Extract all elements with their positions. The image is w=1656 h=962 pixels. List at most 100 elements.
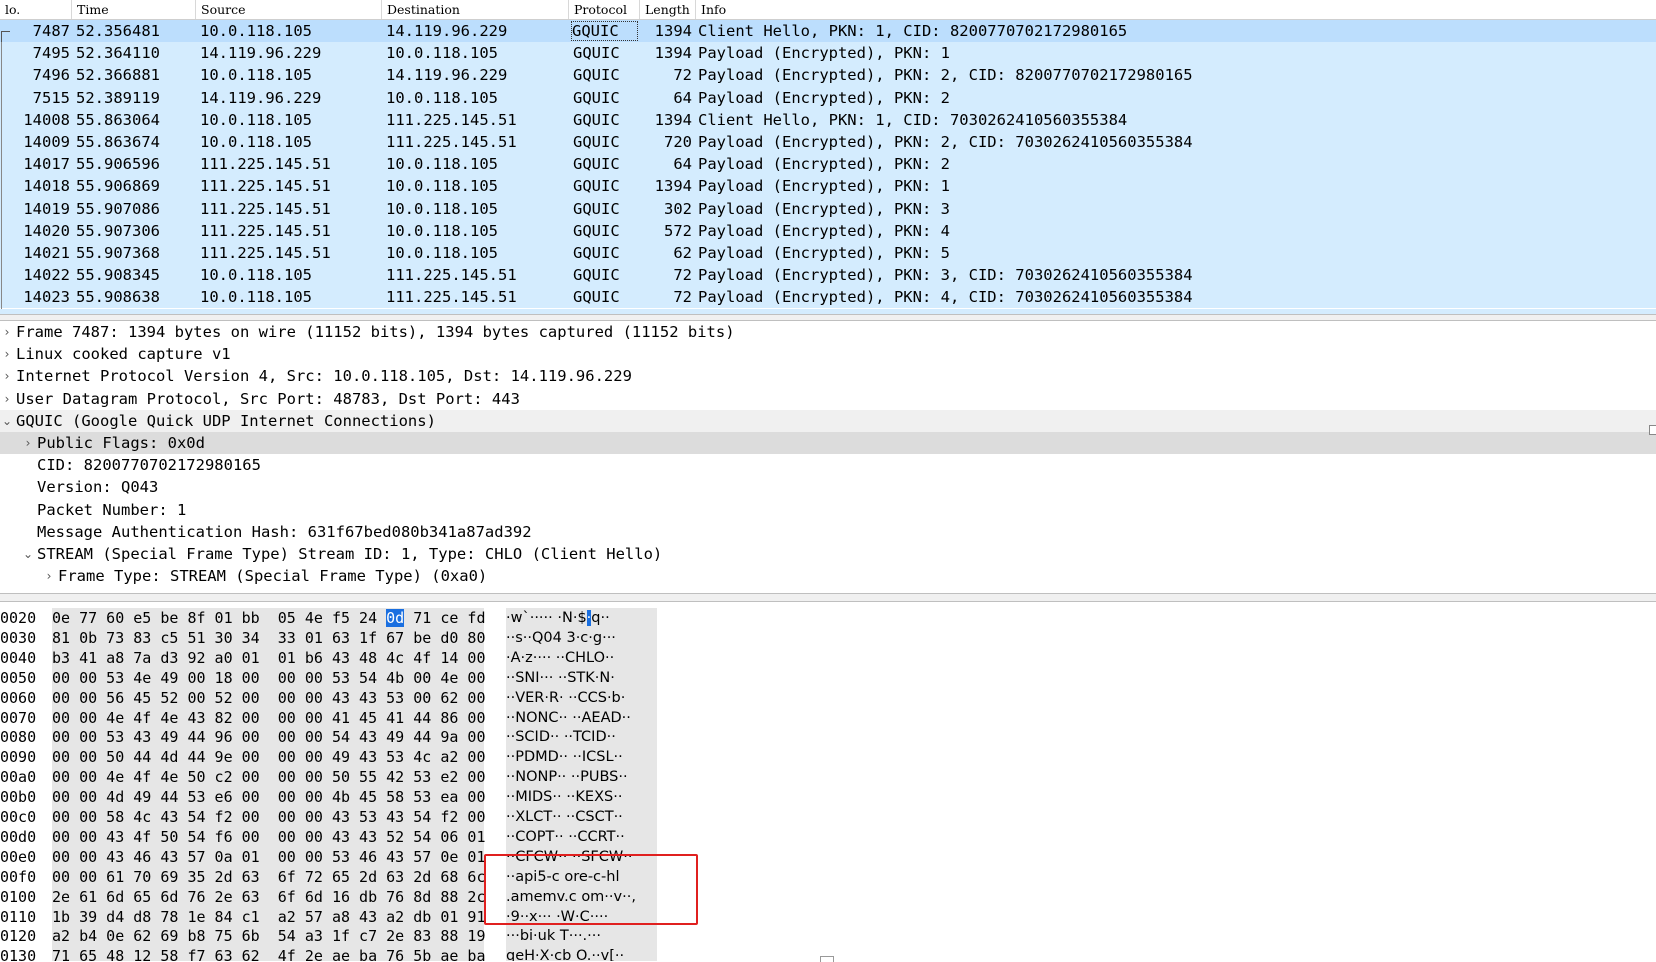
detail-tree-item[interactable]: Message Authentication Hash: 631f67bed08… (0, 521, 1656, 543)
hex-offset: 00e0 (0, 847, 37, 866)
packet-cell-destination: 111.225.145.51 (386, 266, 517, 285)
detail-tree-item[interactable]: › Frame 7487: 1394 bytes on wire (11152 b… (0, 321, 1656, 343)
packet-cell-destination: 10.0.118.105 (386, 177, 498, 196)
packet-cell-info: Payload (Encrypted), PKN: 1 (698, 44, 950, 63)
hex-bytes: 1b 39 d4 d8 78 1e 84 c1 a2 57 a8 43 a2 d… (52, 906, 486, 927)
collapsed-arrow-icon[interactable]: › (0, 388, 14, 410)
hex-bytes: b3 41 a8 7a d3 92 a0 01 01 b6 43 48 4c 4… (52, 647, 486, 668)
hex-bytes-group-1: 1b 39 d4 d8 78 1e 84 c1 (52, 907, 260, 926)
hex-bytes-group-1: 00 00 61 70 69 35 2d 63 (52, 867, 260, 886)
ascii-group-2: T···.··· (559, 928, 601, 945)
packet-row[interactable]: 7515 52.389119 14.119.96.229 10.0.118.105 GQ… (0, 86, 1656, 109)
packet-cell-no: 7496 (32, 66, 70, 85)
ascii-group-2: ··CCS·b· (568, 689, 626, 706)
packet-cell-time: 55.863674 (76, 132, 160, 151)
packet-cell-no: 14021 (23, 243, 70, 262)
packet-row[interactable]: 7495 52.364110 14.119.96.229 10.0.118.105 GQ… (0, 42, 1656, 65)
packet-row[interactable]: 7496 52.366881 10.0.118.105 14.119.96.229 GQ… (0, 64, 1656, 87)
packet-cell-time: 52.364110 (76, 44, 160, 63)
packet-cell-info: Client Hello, PKN: 1, CID: 7030262410560… (698, 110, 1128, 129)
packet-cell-info: Payload (Encrypted), PKN: 3 (698, 199, 950, 218)
packet-cell-length: 64 (673, 155, 692, 174)
detail-tree-item[interactable]: ⌄ STREAM (Special Frame Type) Stream ID: … (0, 543, 1656, 565)
hex-bytes-group-1: 00 00 43 46 43 57 0a 01 (52, 847, 260, 866)
packet-cell-info: Client Hello, PKN: 1, CID: 8200770702172… (698, 22, 1128, 40)
packet-cell-no: 14008 (23, 110, 70, 129)
expanded-arrow-icon[interactable]: ⌄ (0, 410, 14, 432)
packet-details[interactable]: › Frame 7487: 1394 bytes on wire (11152 b… (0, 321, 1656, 593)
packet-cell-time: 55.907368 (76, 243, 160, 262)
detail-tree-item[interactable]: Version: Q043 (0, 476, 1656, 498)
conversation-bracket-icon (1, 31, 10, 43)
packet-row[interactable]: 14008 55.863064 10.0.118.105 111.225.145.51… (0, 108, 1656, 131)
column-header-source[interactable]: Source (196, 0, 382, 19)
packet-cell-length: 72 (673, 66, 692, 85)
expanded-arrow-icon[interactable]: ⌄ (21, 543, 35, 565)
packet-list-header: lo. Time Source Destination Protocol Len… (0, 0, 1656, 20)
packet-cell-no: 14019 (23, 199, 70, 218)
column-header-destination[interactable]: Destination (382, 0, 569, 19)
detail-tree-item[interactable]: ⌄ GQUIC (Google Quick UDP Internet Connec… (0, 409, 1656, 432)
ascii-text: ··VER·R· ··CCS·b· (506, 687, 657, 708)
pane-splitter[interactable] (0, 314, 1656, 321)
hex-bytes-group-2: 00 00 43 53 43 54 f2 00 (277, 808, 486, 826)
packet-cell-time: 55.863064 (76, 110, 160, 129)
collapsed-arrow-icon[interactable]: › (0, 343, 14, 365)
detail-tree-item[interactable]: › Public Flags: 0x0d (0, 431, 1656, 455)
column-header-length[interactable]: Length (640, 0, 696, 19)
pane-splitter[interactable] (0, 593, 1656, 602)
packet-row[interactable]: 14017 55.906596 111.225.145.51 10.0.118.105… (0, 153, 1656, 176)
collapsed-arrow-icon[interactable]: › (21, 432, 35, 454)
conversation-line (1, 42, 2, 312)
packet-cell-time: 55.908638 (76, 288, 160, 307)
column-header-protocol[interactable]: Protocol (569, 0, 640, 19)
hex-offset: 0070 (0, 708, 37, 727)
packet-bytes[interactable]: 0020 0e 77 60 e5 be 8f 01 bb 05 4e f5 24 … (0, 602, 1656, 961)
ascii-group-2: ·N·$ (557, 610, 587, 626)
packet-list[interactable]: lo. Time Source Destination Protocol Len… (0, 0, 1656, 314)
ascii-text: ··NONC·· ··AEAD·· (506, 707, 657, 728)
detail-tree-item[interactable]: › Linux cooked capture v1 (0, 343, 1656, 365)
packet-cell-no: 7495 (32, 44, 70, 63)
packet-cell-no: 14018 (23, 177, 70, 196)
ascii-group-1: ··SCID·· (506, 729, 560, 746)
ascii-group-1: ··COPT·· (506, 828, 564, 845)
packet-row[interactable]: 14023 55.908638 10.0.118.105 111.225.145.51… (0, 286, 1656, 309)
hex-offset: 0030 (0, 628, 37, 647)
column-header-no[interactable]: lo. (0, 0, 72, 19)
packet-row[interactable]: 14021 55.907368 111.225.145.51 10.0.118.105… (0, 241, 1656, 265)
hex-bytes-group-2: 00 00 41 45 41 44 86 00 (277, 708, 486, 727)
hex-offset: 0090 (0, 748, 37, 767)
hex-bytes: 00 00 56 45 52 00 52 00 00 00 43 43 53 0… (52, 687, 486, 708)
packet-row[interactable]: 14009 55.863674 10.0.118.105 111.225.145.51… (0, 130, 1656, 154)
detail-tree-item[interactable]: Packet Number: 1 (0, 499, 1656, 521)
ascii-group-2: q·· (591, 610, 610, 626)
packet-row[interactable]: 14022 55.908345 10.0.118.105 111.225.145.51… (0, 264, 1656, 287)
hex-bytes: 00 00 53 43 49 44 96 00 00 00 54 43 49 4… (52, 727, 486, 748)
column-header-time[interactable]: Time (72, 0, 196, 19)
hex-offset: 00a0 (0, 768, 37, 787)
packet-cell-protocol: GQUIC (573, 243, 620, 262)
collapsed-arrow-icon[interactable]: › (0, 365, 14, 387)
ascii-group-1: ··VER·R· (506, 689, 564, 706)
packet-cell-destination: 111.225.145.51 (386, 110, 517, 129)
detail-tree-item[interactable]: › Frame Type: STREAM (Special Frame Type)… (0, 565, 1656, 587)
detail-tree-item[interactable]: › Internet Protocol Version 4, Src: 10.0.… (0, 365, 1656, 387)
packet-cell-length: 720 (664, 132, 692, 151)
packet-cell-destination: 10.0.118.105 (386, 44, 498, 63)
packet-row[interactable]: 14020 55.907306 111.225.145.51 10.0.118.105… (0, 219, 1656, 242)
packet-row[interactable]: 7487 52.356481 10.0.118.105 14.119.96.229 GQ… (0, 20, 1656, 43)
packet-row[interactable]: 14019 55.907086 111.225.145.51 10.0.118.105… (0, 197, 1656, 220)
detail-tree-item[interactable]: › User Datagram Protocol, Src Port: 48783… (0, 388, 1656, 410)
column-header-info[interactable]: Info (696, 0, 1656, 19)
hex-offset: 00c0 (0, 808, 37, 826)
packet-cell-destination: 111.225.145.51 (386, 132, 517, 151)
hex-bytes-group-2: 00 00 4b 45 58 53 ea 00 (277, 788, 486, 807)
hex-bytes: 00 00 43 46 43 57 0a 01 00 00 53 46 43 5… (52, 846, 486, 867)
collapsed-arrow-icon[interactable]: › (0, 321, 14, 343)
resize-handle-icon[interactable] (820, 956, 834, 962)
detail-tree-item[interactable]: CID: 8200770702172980165 (0, 454, 1656, 476)
packet-row[interactable]: 14018 55.906869 111.225.145.51 10.0.118.105… (0, 175, 1656, 198)
collapsed-arrow-icon[interactable]: › (42, 565, 56, 587)
packet-cell-destination: 10.0.118.105 (386, 243, 498, 262)
